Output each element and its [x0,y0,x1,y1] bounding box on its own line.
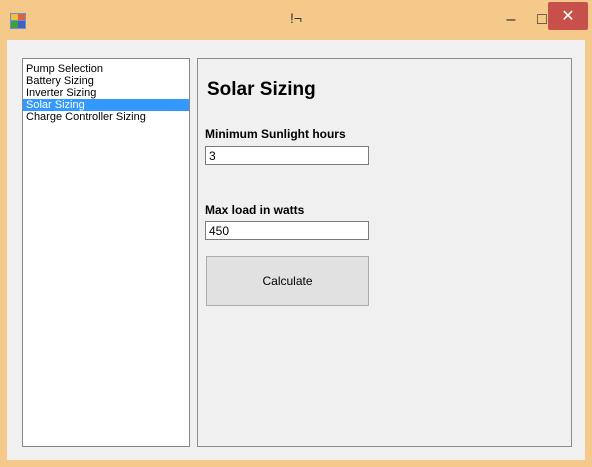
sunlight-hours-input[interactable] [205,146,369,165]
max-load-input[interactable] [205,221,369,240]
calculate-label: Calculate [262,274,313,288]
max-load-label: Max load in watts [205,203,305,217]
page-title: Solar Sizing [207,79,316,100]
minimize-icon: – [506,11,516,28]
sunlight-hours-label: Minimum Sunlight hours [205,127,346,141]
maximize-icon: □ [537,11,547,28]
list-item-charge-controller-sizing[interactable]: Charge Controller Sizing [23,111,189,123]
solar-sizing-panel: Solar Sizing Minimum Sunlight hours Max … [197,58,572,447]
list-items: Pump Selection Battery Sizing Inverter S… [23,63,189,123]
list-item-battery-sizing[interactable]: Battery Sizing [23,75,189,87]
list-item-solar-sizing[interactable]: Solar Sizing [23,99,189,111]
app-window: !¬ – □ ✕ Pump Selection Battery Sizing I… [0,0,592,467]
list-item-pump-selection[interactable]: Pump Selection [23,63,189,75]
title-bar[interactable]: !¬ – □ ✕ [0,0,592,40]
minimize-button[interactable]: – [494,4,528,36]
list-item-inverter-sizing[interactable]: Inverter Sizing [23,87,189,99]
section-listbox[interactable]: Pump Selection Battery Sizing Inverter S… [22,58,190,447]
close-icon: ✕ [561,8,575,25]
client-area: Pump Selection Battery Sizing Inverter S… [7,40,585,460]
calculate-button[interactable]: Calculate [206,256,369,306]
close-button[interactable]: ✕ [548,2,588,30]
